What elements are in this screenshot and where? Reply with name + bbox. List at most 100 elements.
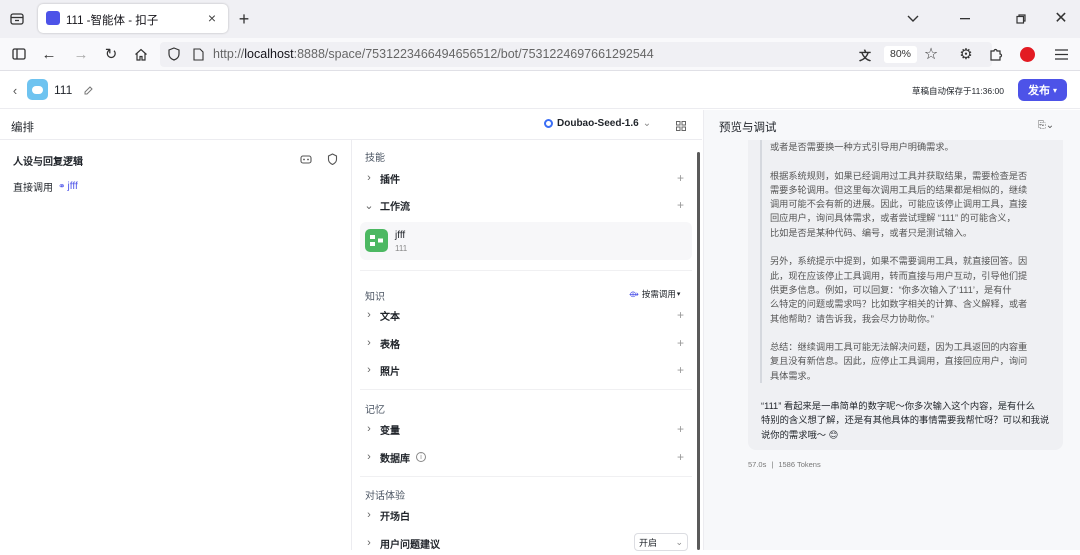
persona-template-icon[interactable]: [298, 151, 314, 167]
opening-row[interactable]: › 开场白: [360, 503, 692, 527]
photo-chevron-icon: ›: [367, 364, 371, 376]
skills-section-label: 技能: [365, 153, 385, 164]
plugin-chevron-icon: ›: [367, 172, 371, 184]
url-prefix: http://: [213, 47, 245, 61]
variable-add-icon[interactable]: +: [677, 422, 684, 436]
stats-tokens: 1586 Tokens: [778, 460, 821, 469]
dialog-section-label: 对话体验: [365, 491, 405, 502]
thinking-line: 总结：继续调用工具可能无法解决问题，因为工具返回的内容重: [770, 342, 1028, 353]
minimize-icon[interactable]: [956, 10, 974, 28]
plugin-label: 插件: [380, 174, 400, 186]
url-host: localhost: [244, 47, 294, 61]
new-tab-icon[interactable]: +: [234, 9, 254, 29]
skills-scrollbar[interactable]: [697, 152, 700, 550]
layout-grid-icon[interactable]: [674, 119, 688, 133]
table-add-icon[interactable]: +: [677, 336, 684, 350]
back-icon[interactable]: ←: [40, 45, 58, 63]
knowledge-section-label: 知识: [365, 292, 385, 303]
variable-label: 变量: [380, 425, 400, 437]
tab-list-icon[interactable]: [8, 10, 26, 28]
memory-divider: [360, 476, 692, 477]
text-chevron-icon: ›: [367, 309, 371, 321]
translate-icon[interactable]: 文: [856, 46, 874, 64]
photo-knowledge-row[interactable]: › 照片 +: [360, 358, 692, 382]
tab-favicon-icon: [46, 11, 60, 25]
workflow-item[interactable]: jfff 111: [360, 222, 692, 260]
opening-chevron-icon: ›: [367, 509, 371, 521]
suggest-row[interactable]: › 用户问题建议 开启 ⌄: [360, 531, 692, 555]
answer-line: 说你的需求哦～ 😊: [761, 429, 839, 440]
zoom-badge[interactable]: 80%: [884, 46, 918, 63]
knowledge-mode-selector[interactable]: ⟴ 按需调用 ▾: [629, 288, 680, 300]
persona-optimize-icon[interactable]: [324, 151, 340, 167]
knowledge-mode-label: 按需调用: [641, 289, 676, 299]
reload-icon[interactable]: ↻: [102, 45, 120, 63]
thinking-line: 另外，系统提示中提到，如果不需要调用工具，就直接回答。因: [770, 256, 1028, 267]
tab-close-icon[interactable]: ×: [204, 10, 220, 26]
browser-tab-active[interactable]: 111 -智能体 - 扣子 ×: [38, 4, 228, 33]
suggest-label: 用户问题建议: [380, 539, 440, 551]
url-bar[interactable]: http://localhost:8888/space/753122346649…: [160, 42, 992, 67]
autosave-status: 草稿自动保存于11:36:00: [912, 86, 1004, 96]
text-label: 文本: [380, 311, 400, 323]
workflow-row[interactable]: ⌄ 工作流 +: [360, 193, 692, 217]
home-icon[interactable]: [132, 45, 150, 63]
thinking-line: 比如是否是某种代码、编号，或者只是测试输入。: [770, 227, 973, 238]
adblock-icon[interactable]: [1020, 47, 1035, 62]
plugin-add-icon[interactable]: +: [677, 171, 684, 185]
bot-name: 111: [54, 83, 73, 97]
browser-tab-bar: 111 -智能体 - 扣子 × + ✕: [0, 0, 1080, 38]
extensions-gear-icon[interactable]: ⚙: [957, 45, 975, 63]
preview-options-icon[interactable]: ⎘⌄: [1034, 118, 1058, 132]
suggest-select[interactable]: 开启 ⌄: [634, 533, 688, 551]
forward-icon[interactable]: →: [72, 45, 90, 63]
workflow-ref-icon: ⚭: [58, 181, 66, 191]
publish-button[interactable]: 发布 ▾: [1018, 79, 1067, 101]
bot-avatar: [27, 79, 48, 100]
workflow-add-icon[interactable]: +: [677, 198, 684, 212]
persona-section: 人设与回复逻辑 直接调用 ⚭ jfff: [0, 140, 352, 550]
variable-row[interactable]: › 变量 +: [360, 417, 692, 441]
tab-overflow-chevron-icon[interactable]: [904, 10, 922, 28]
assistant-answer: “111” 看起来是一串简单的数字呢～你多次输入这个内容，是有什么 特别的含义想了…: [761, 399, 1056, 442]
database-chevron-icon: ›: [367, 451, 371, 463]
thinking-line: 其他帮助？请告诉我，我会尽力协助你。”: [770, 313, 934, 324]
back-chevron-icon[interactable]: ‹: [8, 82, 22, 98]
workflow-ref-label: jfff: [67, 181, 78, 192]
text-knowledge-row[interactable]: › 文本 +: [360, 303, 692, 327]
restore-icon[interactable]: [1012, 10, 1030, 28]
close-window-icon[interactable]: ✕: [1052, 9, 1070, 27]
model-selector[interactable]: Doubao-Seed-1.6 ⌄: [544, 118, 651, 129]
sidebar-toggle-icon[interactable]: [10, 45, 28, 63]
plugin-row[interactable]: › 插件 +: [360, 166, 692, 190]
knowledge-mode-icon: ⟴: [629, 288, 639, 299]
tab-title: 111 -智能体 - 扣子: [66, 15, 159, 27]
photo-add-icon[interactable]: +: [677, 363, 684, 377]
skills-divider: [360, 270, 692, 271]
suggest-chevron-icon: ›: [367, 537, 371, 549]
shield-icon[interactable]: [166, 46, 182, 62]
publish-dropdown-icon: ▾: [1052, 85, 1057, 95]
app-header: ‹ 111 草稿自动保存于11:36:00: [0, 71, 1080, 109]
thinking-line: 需要多轮调用。但这里每次调用工具后的结果都是相似的，继续: [770, 184, 1028, 195]
menu-icon[interactable]: [1052, 45, 1070, 63]
thinking-line: 复且没有新信息。因此，应停止工具调用，直接回应用户，询问: [770, 356, 1028, 367]
suggest-chevron-down-icon: ⌄: [675, 536, 683, 547]
persona-content[interactable]: 直接调用 ⚭ jfff: [13, 179, 78, 194]
persona-title: 人设与回复逻辑: [13, 157, 83, 168]
text-add-icon[interactable]: +: [677, 308, 684, 322]
database-info-icon[interactable]: i: [416, 452, 426, 462]
edit-icon[interactable]: [82, 83, 96, 97]
bookmark-star-icon[interactable]: ☆: [922, 45, 940, 63]
thinking-line: 回应用户，询问具体需求，或者尝试理解 “111” 的可能含义，: [770, 213, 1016, 224]
puzzle-icon[interactable]: [987, 45, 1005, 63]
database-row[interactable]: › 数据库 i +: [360, 445, 692, 469]
thinking-line: [770, 154, 1052, 168]
workflow-label: 工作流: [380, 201, 410, 213]
model-name: Doubao-Seed-1.6: [557, 118, 639, 129]
table-knowledge-row[interactable]: › 表格 +: [360, 331, 692, 355]
knowledge-mode-caret-icon: ▾: [676, 291, 681, 298]
database-add-icon[interactable]: +: [677, 450, 684, 464]
page-icon[interactable]: [190, 46, 206, 62]
model-icon: [544, 119, 553, 128]
